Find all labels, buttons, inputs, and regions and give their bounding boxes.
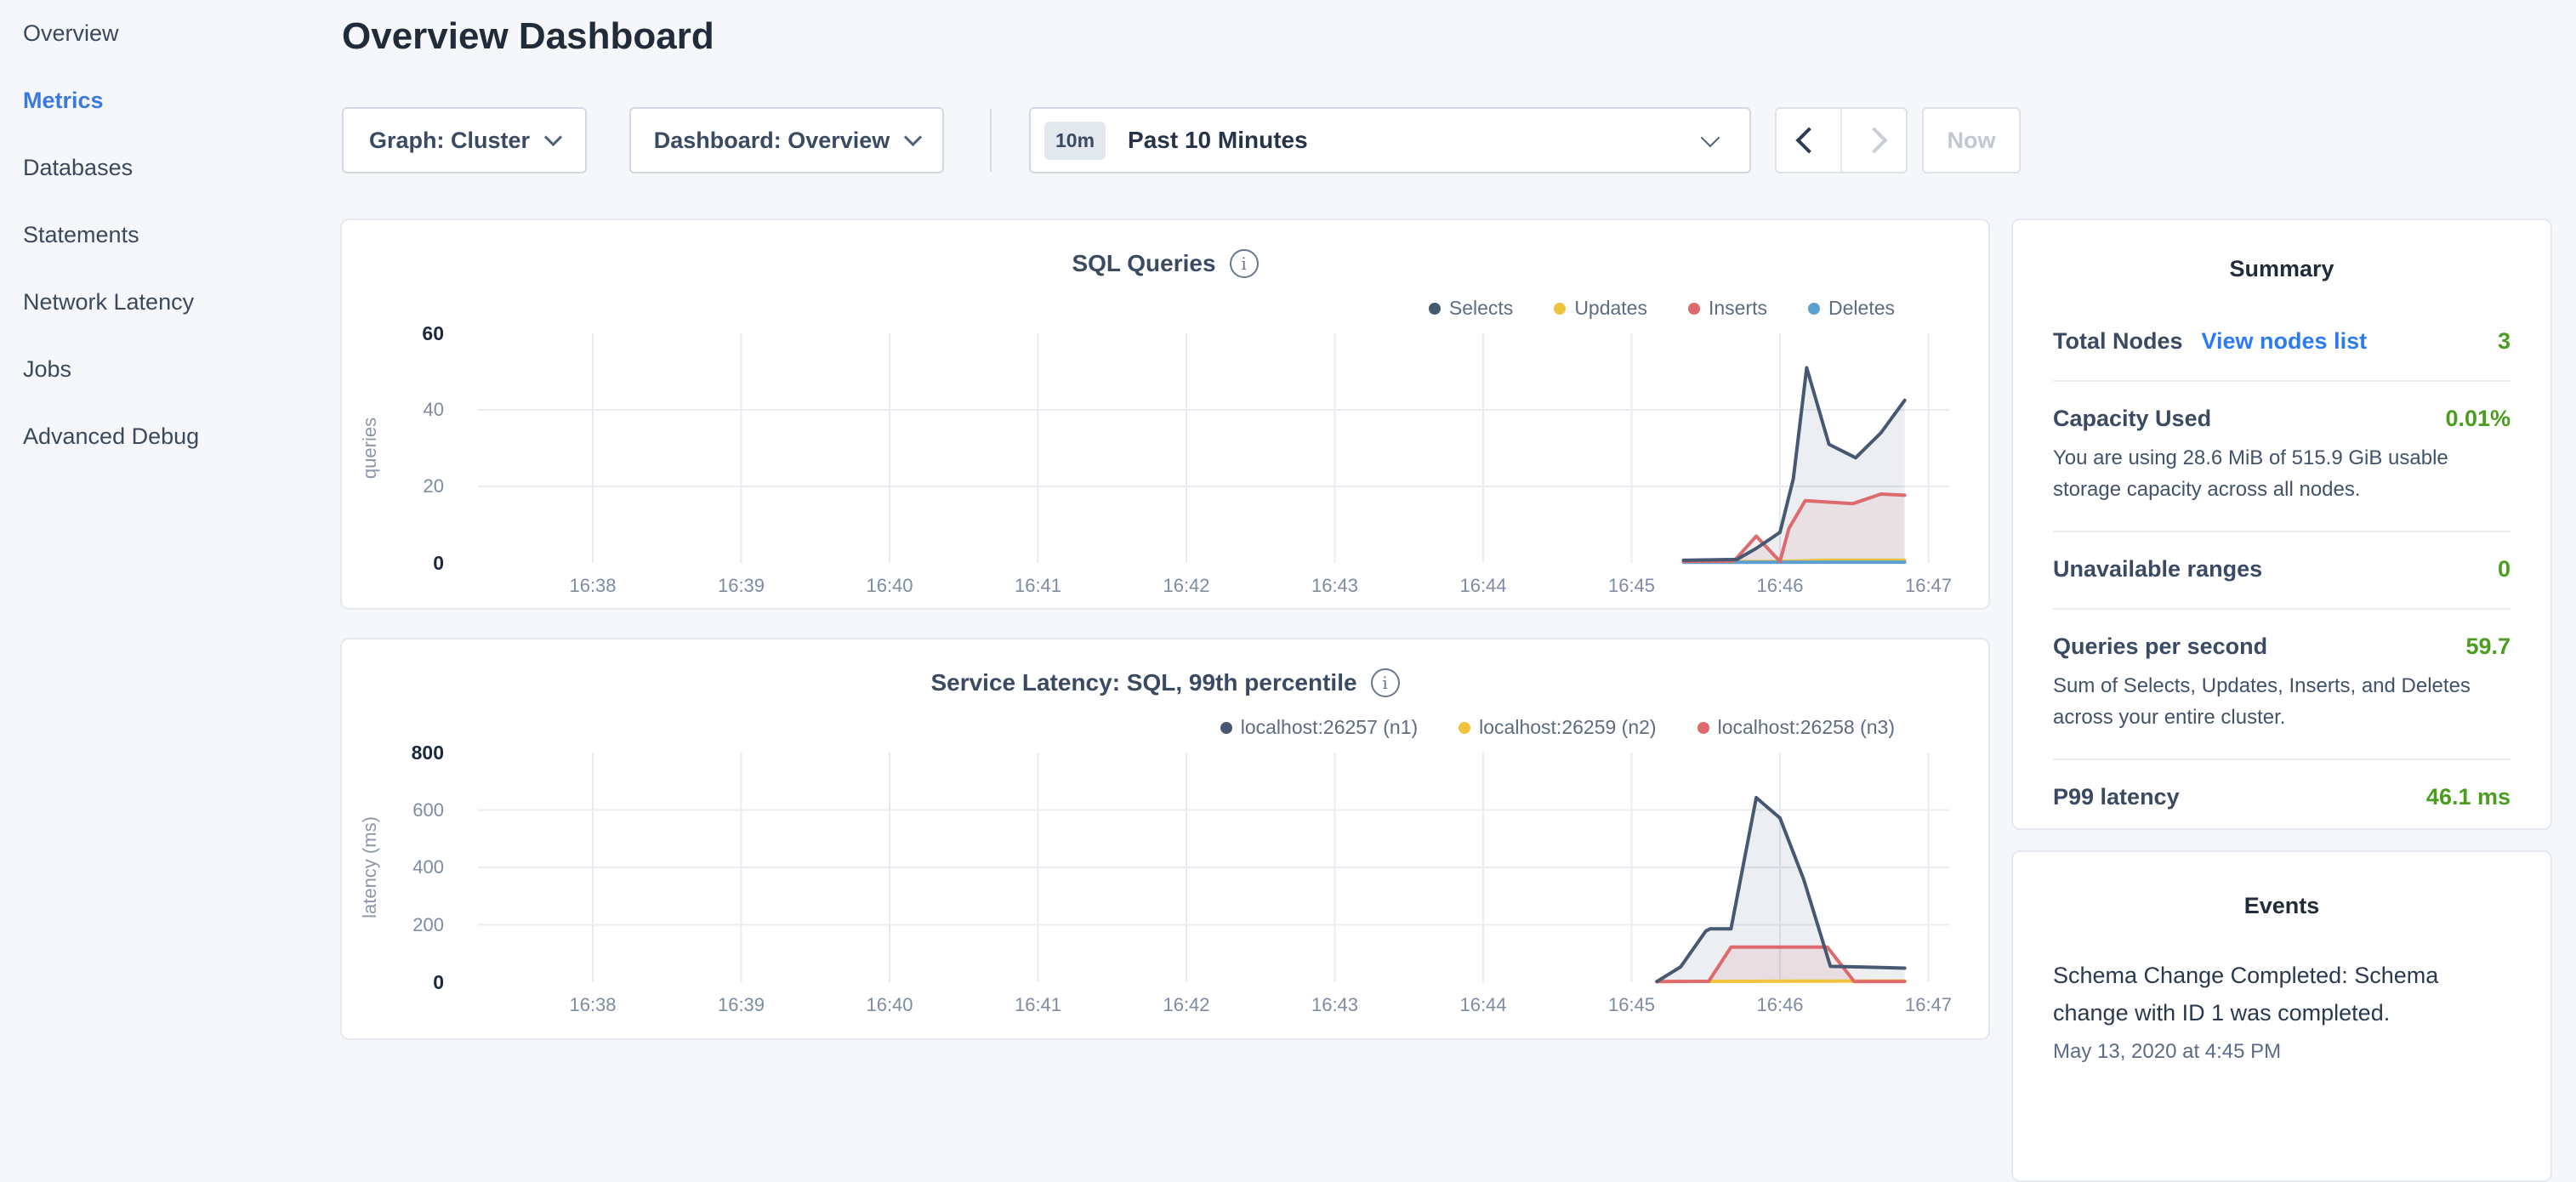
service-latency-chart-card: Service Latency: SQL, 99th percentile i … [340, 638, 1990, 1040]
page-title: Overview Dashboard [342, 15, 714, 58]
sidebar-item-databases[interactable]: Databases [0, 134, 340, 202]
summary-row-head: Unavailable ranges 0 [2053, 556, 2511, 582]
x-axis-tick-label: 16:42 [1127, 575, 1246, 597]
summary-row-head: Capacity Used 0.01% [2053, 406, 2511, 432]
sidebar-item-statements[interactable]: Statements [0, 202, 340, 269]
y-axis-tick-label: 40 [359, 397, 444, 423]
summary-row-description: Sum of Selects, Updates, Inserts, and De… [2053, 670, 2511, 733]
summary-row-head: P99 latency 46.1 ms [2053, 784, 2511, 810]
x-axis-tick-label: 16:46 [1720, 994, 1840, 1016]
chart-plot[interactable]: queries 0 20 40 60 16:38 16:39 16:40 16:41 16:42 1… [342, 220, 1988, 608]
summary-row-value: 0.01% [2445, 406, 2511, 432]
x-axis-tick-label: 16:41 [979, 994, 1098, 1016]
x-axis-tick-label: 16:39 [682, 994, 801, 1016]
event-item[interactable]: Schema Change Completed: Schema change w… [2053, 957, 2511, 1064]
summary-row-description: You are using 28.6 MiB of 515.9 GiB usab… [2053, 442, 2511, 505]
sql-queries-chart-card: SQL Queries i SelectsUpdatesInsertsDelet… [340, 219, 1990, 610]
y-axis-tick-label: 200 [359, 912, 444, 938]
summary-title: Summary [2013, 256, 2550, 282]
time-range-badge: 10m [1044, 122, 1106, 160]
y-axis-unit-label: queries [342, 333, 398, 563]
summary-row-label: Total Nodes [2053, 328, 2183, 355]
summary-row-value: 59.7 [2465, 634, 2511, 660]
summary-panel: Summary Total Nodes View nodes list 3 Capac… [2011, 219, 2552, 830]
y-axis-unit-text: queries [359, 418, 381, 479]
summary-row-head: Total Nodes View nodes list 3 [2053, 328, 2511, 355]
app-root: OverviewMetricsDatabasesStatementsNetwor… [0, 0, 2576, 1051]
sidebar: OverviewMetricsDatabasesStatementsNetwor… [0, 0, 340, 1051]
series-area [1657, 798, 1904, 982]
chart-plot-area[interactable] [478, 333, 1949, 563]
x-axis-tick-label: 16:43 [1276, 575, 1395, 597]
summary-row-label: P99 latency [2053, 784, 2180, 810]
sidebar-item-advanced-debug[interactable]: Advanced Debug [0, 403, 340, 470]
x-axis-tick-label: 16:43 [1276, 994, 1395, 1016]
chevron-down-icon [1701, 128, 1720, 148]
chevron-left-icon [1795, 127, 1822, 153]
toolbar: Graph: Cluster Dashboard: Overview 10m P… [342, 107, 2021, 173]
summary-row-label: Capacity Used [2053, 406, 2211, 432]
x-axis-tick-label: 16:40 [830, 575, 949, 597]
sidebar-item-overview[interactable]: Overview [0, 0, 340, 67]
events-panel: Events Schema Change Completed: Schema c… [2011, 850, 2552, 1182]
summary-row: Capacity Used 0.01% You are using 28.6 MiB… [2053, 380, 2511, 531]
x-axis-tick-label: 16:39 [682, 575, 801, 597]
event-text: Schema Change Completed: Schema change w… [2053, 957, 2511, 1031]
toolbar-divider [990, 109, 992, 172]
x-axis-tick-label: 16:47 [1869, 575, 1988, 597]
summary-row: P99 latency 46.1 ms [2053, 759, 2511, 836]
now-button[interactable]: Now [1922, 107, 2021, 173]
summary-row: Unavailable ranges 0 [2053, 531, 2511, 608]
chevron-down-icon [544, 128, 562, 145]
sidebar-item-network-latency[interactable]: Network Latency [0, 269, 340, 336]
chart-plot-area[interactable] [478, 753, 1949, 982]
time-range-picker[interactable]: 10m Past 10 Minutes [1029, 107, 1751, 173]
summary-row: Total Nodes View nodes list 3 [2053, 308, 2511, 380]
y-axis-tick-label: 0 [359, 550, 444, 576]
x-axis-tick-label: 16:40 [830, 994, 949, 1016]
sidebar-item-metrics[interactable]: Metrics [0, 67, 340, 134]
x-axis-tick-label: 16:42 [1127, 994, 1246, 1016]
view-nodes-list-link[interactable]: View nodes list [2202, 328, 2368, 355]
x-axis-tick-label: 16:45 [1572, 575, 1692, 597]
time-forward-button[interactable] [1840, 109, 1906, 172]
summary-row-label: Unavailable ranges [2053, 556, 2262, 582]
x-axis-tick-label: 16:44 [1424, 575, 1543, 597]
y-axis-tick-label: 0 [359, 969, 444, 995]
chevron-right-icon [1861, 127, 1887, 153]
time-pager [1775, 107, 1908, 173]
y-axis-tick-label: 20 [359, 474, 444, 499]
summary-rows: Total Nodes View nodes list 3 Capacity Used… [2053, 308, 2511, 836]
y-axis-tick-label: 800 [359, 740, 444, 765]
graph-dropdown[interactable]: Graph: Cluster [342, 107, 587, 173]
dashboard-dropdown[interactable]: Dashboard: Overview [629, 107, 944, 173]
time-range-label: Past 10 Minutes [1128, 127, 1308, 154]
summary-row-value: 0 [2498, 556, 2511, 582]
x-axis-tick-label: 16:47 [1869, 994, 1988, 1016]
chevron-down-icon [904, 128, 922, 145]
summary-row-head: Queries per second 59.7 [2053, 634, 2511, 660]
events-list: Schema Change Completed: Schema change w… [2013, 957, 2550, 1064]
sidebar-item-jobs[interactable]: Jobs [0, 336, 340, 403]
y-axis-tick-label: 60 [359, 321, 444, 346]
graph-dropdown-label: Graph: Cluster [369, 128, 530, 154]
dashboard-dropdown-label: Dashboard: Overview [654, 128, 890, 154]
x-axis-tick-label: 16:38 [533, 575, 652, 597]
event-timestamp: May 13, 2020 at 4:45 PM [2053, 1040, 2511, 1064]
x-axis-tick-label: 16:46 [1720, 575, 1840, 597]
y-axis-tick-label: 400 [359, 855, 444, 880]
summary-row-value: 46.1 ms [2426, 784, 2511, 810]
time-back-button[interactable] [1777, 109, 1840, 172]
x-axis-tick-label: 16:45 [1572, 994, 1692, 1016]
summary-row-label: Queries per second [2053, 634, 2267, 660]
x-axis-tick-label: 16:38 [533, 994, 652, 1016]
chart-plot[interactable]: latency (ms)020040060080016:3816:3916:40… [342, 639, 1988, 1038]
x-axis-tick-label: 16:44 [1424, 994, 1543, 1016]
events-title: Events [2013, 893, 2550, 919]
y-axis-tick-label: 600 [359, 798, 444, 823]
summary-row: Queries per second 59.7 Sum of Selects, Up… [2053, 608, 2511, 759]
x-axis-tick-label: 16:41 [979, 575, 1098, 597]
summary-row-value: 3 [2498, 328, 2511, 355]
